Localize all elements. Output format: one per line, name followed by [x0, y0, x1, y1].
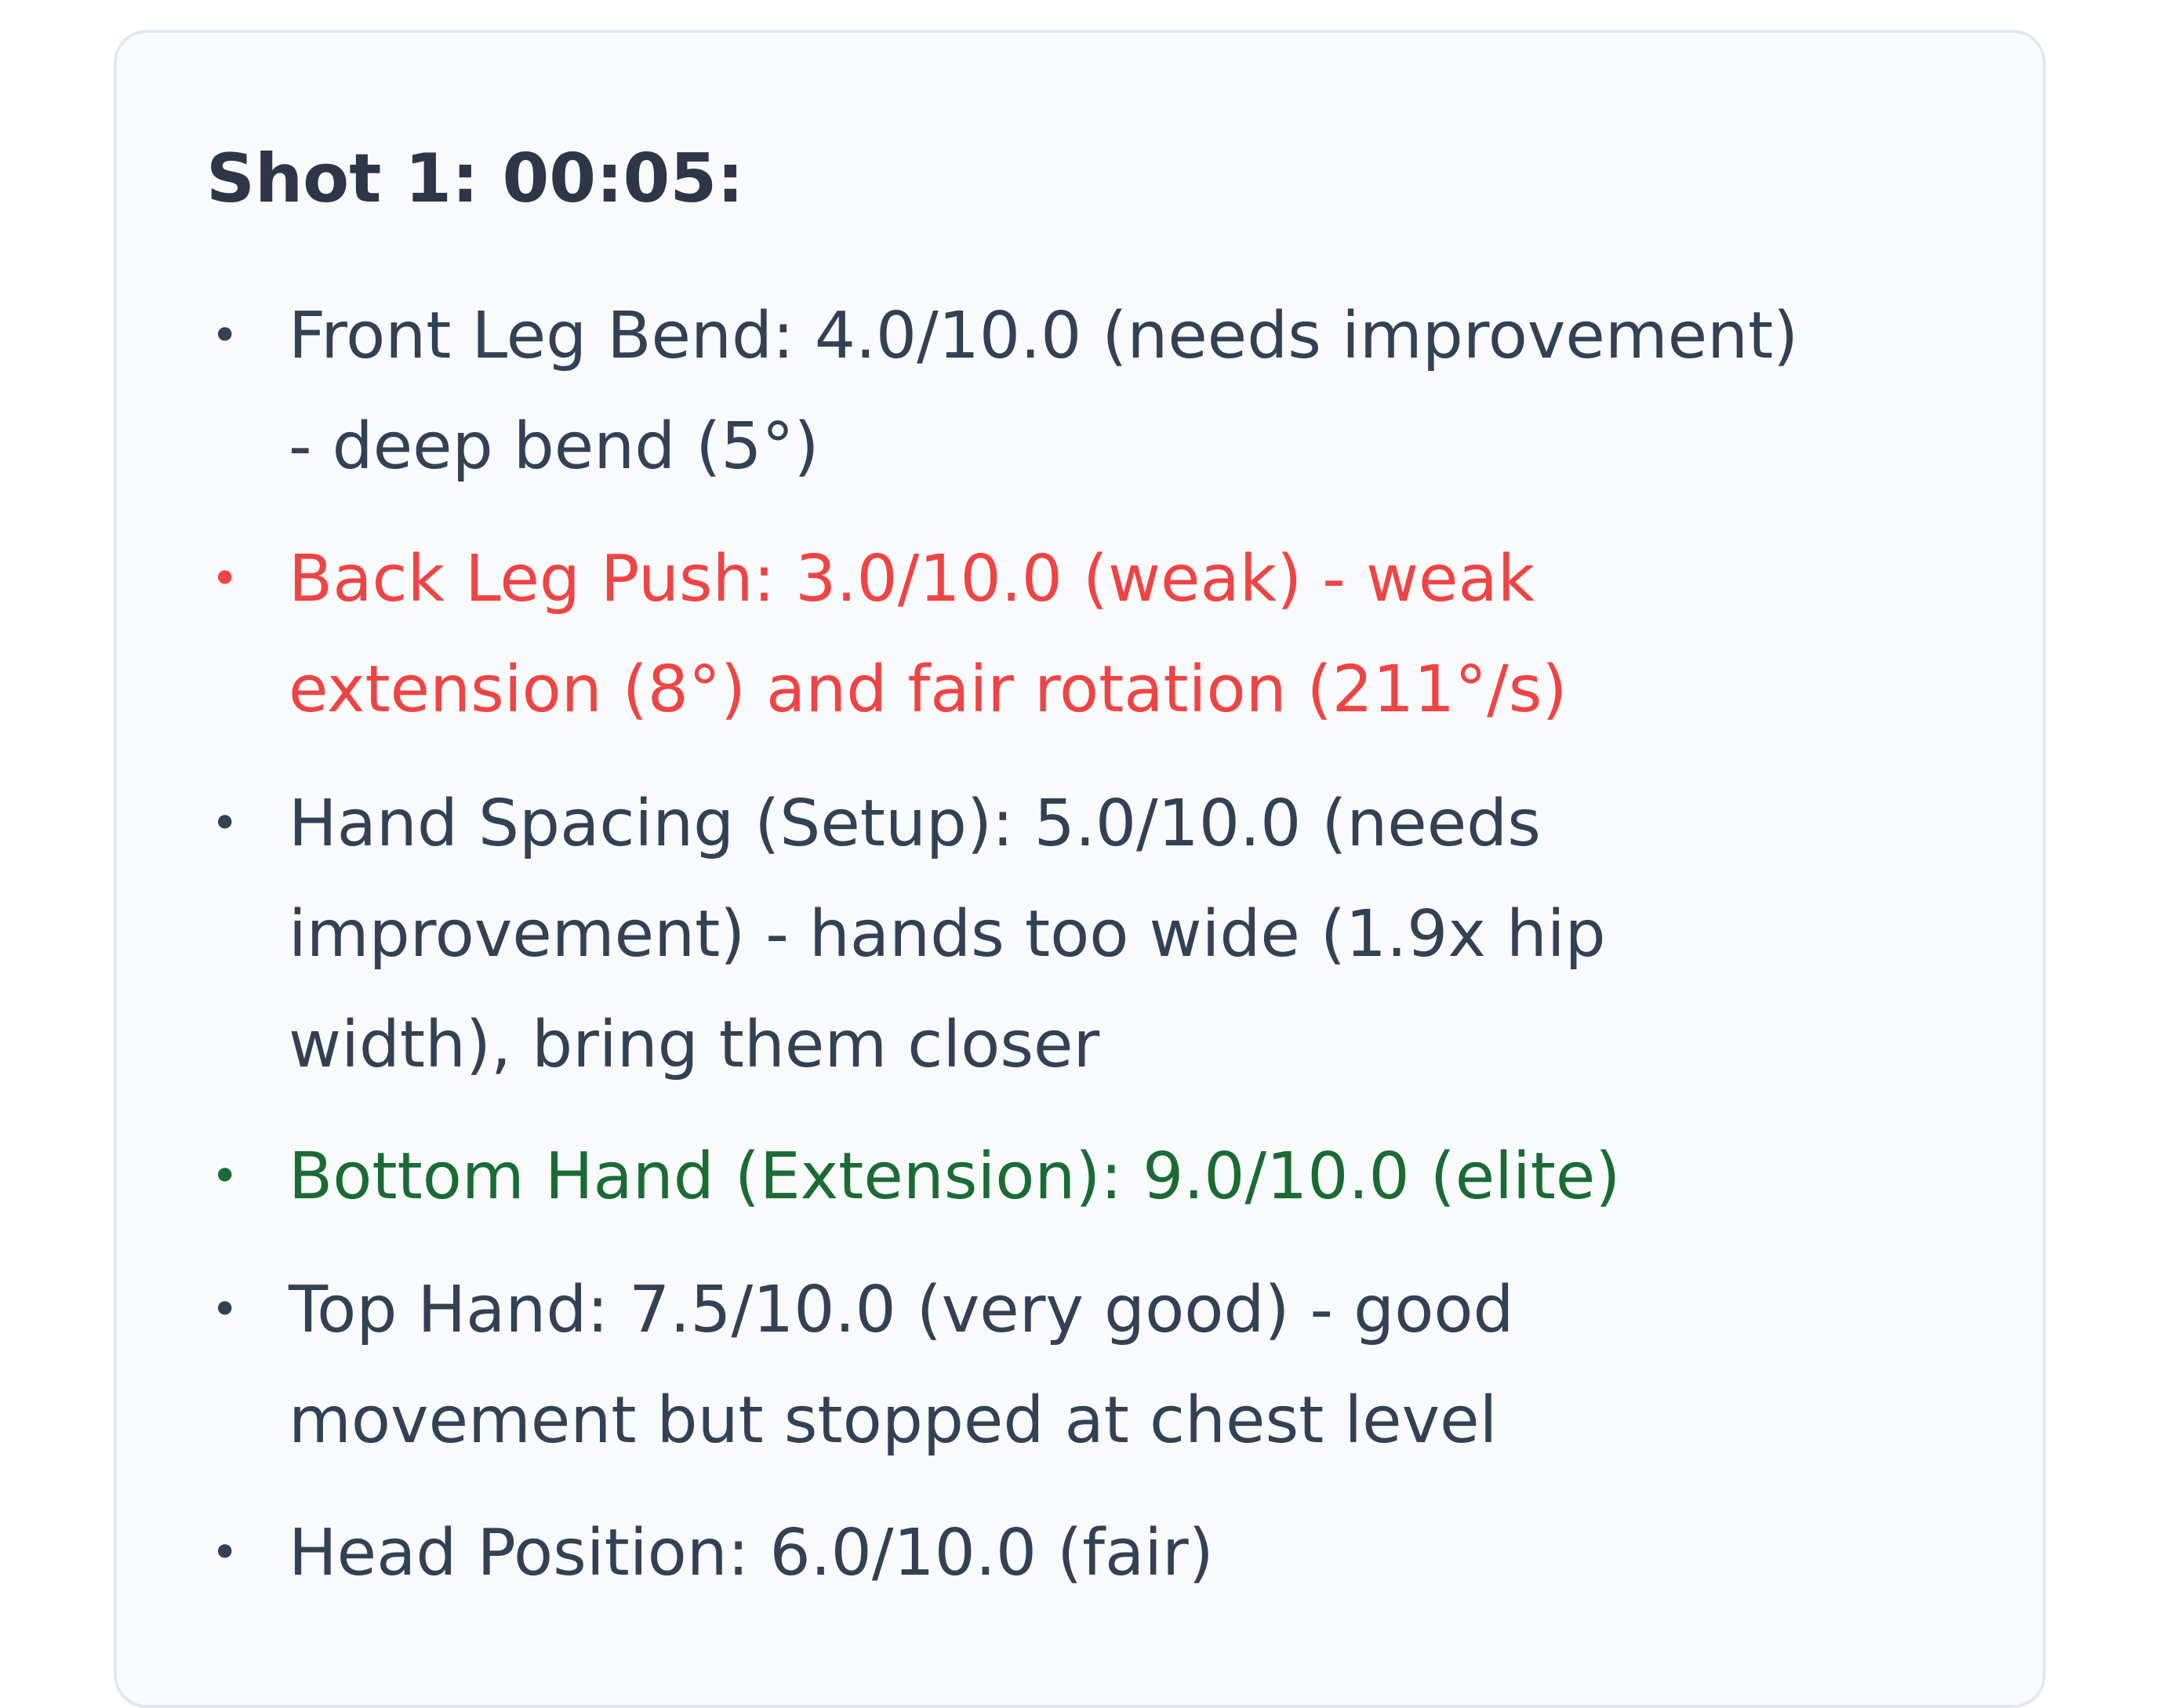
feedback-text-line: Hand Spacing (Setup): 5.0/10.0 (needs [289, 787, 1541, 861]
feedback-text-line: improvement) - hands too wide (1.9x hip [289, 897, 1606, 972]
feedback-text-line: extension (8°) and fair rotation (211°/s… [289, 652, 1568, 727]
bullet-icon: • [211, 1282, 239, 1337]
feedback-text-line: Bottom Hand (Extension): 9.0/10.0 (elite… [289, 1139, 1621, 1214]
bullet-icon: • [211, 796, 239, 851]
feedback-item-bottom-hand: • Bottom Hand (Extension): 9.0/10.0 (eli… [211, 1121, 1975, 1232]
feedback-text-line: Head Position: 6.0/10.0 (fair) [289, 1516, 1214, 1590]
feedback-text-line: width), bring them closer [289, 1008, 1100, 1082]
bullet-icon: • [211, 1149, 239, 1204]
feedback-item-hand-spacing: • Hand Spacing (Setup): 5.0/10.0 (needs … [211, 769, 1975, 1100]
feedback-item-front-leg-bend: • Front Leg Bend: 4.0/10.0 (needs improv… [211, 281, 1975, 502]
feedback-text-line: Top Hand: 7.5/10.0 (very good) - good [289, 1273, 1514, 1347]
shot-title: Shot 1: 00:05: [206, 140, 744, 218]
feedback-text-line: Front Leg Bend: 4.0/10.0 (needs improvem… [289, 299, 1799, 373]
feedback-text-line: - deep bend (5°) [289, 409, 819, 484]
feedback-text-line: Back Leg Push: 3.0/10.0 (weak) - weak [289, 542, 1535, 616]
feedback-item-top-hand: • Top Hand: 7.5/10.0 (very good) - good … [211, 1255, 1975, 1476]
feedback-text-line: movement but stopped at chest level [289, 1383, 1498, 1458]
feedback-item-head-position: • Head Position: 6.0/10.0 (fair) [211, 1498, 1975, 1608]
bullet-icon: • [211, 551, 239, 606]
feedback-item-back-leg-push: • Back Leg Push: 3.0/10.0 (weak) - weak … [211, 524, 1975, 745]
bullet-icon: • [211, 308, 239, 363]
bullet-icon: • [211, 1525, 239, 1580]
